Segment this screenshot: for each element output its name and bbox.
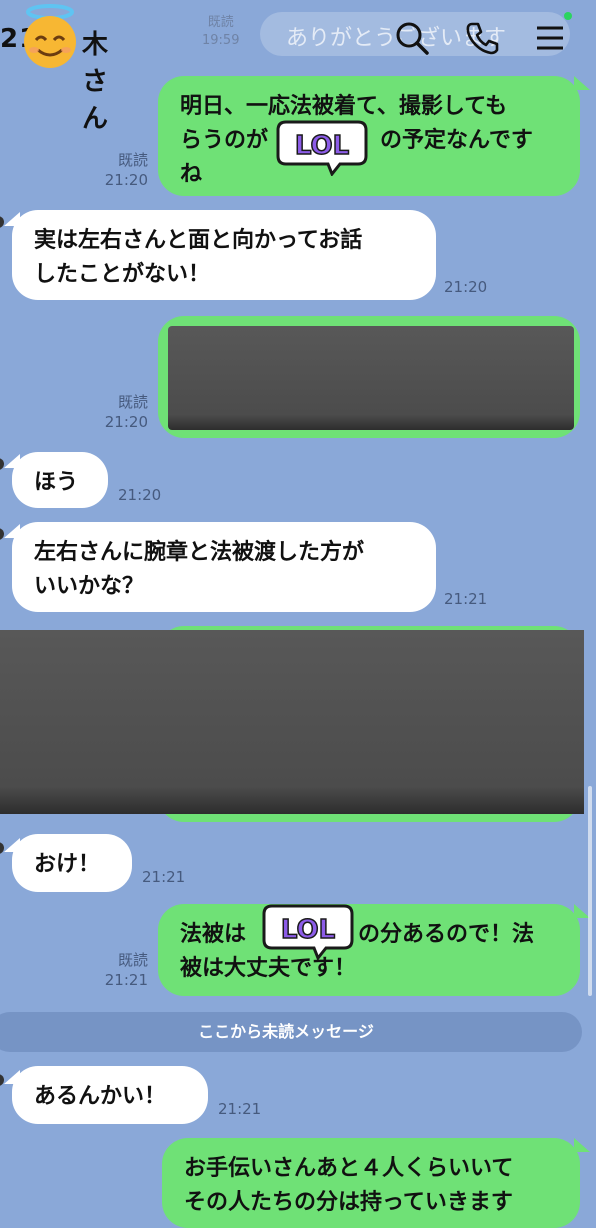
message-time: 21:21 bbox=[444, 590, 488, 608]
message-text: いいかな？ bbox=[34, 574, 145, 599]
chat-title-name: 木さん bbox=[82, 30, 110, 134]
message-text: らうのが bbox=[180, 128, 269, 153]
message-time: 21:21 bbox=[142, 868, 186, 886]
preview-read-status: 既読 bbox=[207, 15, 234, 30]
halo-smile-emoji-icon bbox=[24, 4, 76, 68]
message-time: 21:20 bbox=[118, 486, 162, 504]
sticker-label: LOL bbox=[281, 915, 335, 945]
message-text: あるんかい！ bbox=[34, 1084, 167, 1109]
message-text: おけ！ bbox=[34, 852, 101, 877]
message-text: ほう bbox=[34, 470, 79, 495]
read-status: 既読 bbox=[117, 951, 148, 969]
sticker-label: LOL bbox=[295, 131, 349, 161]
message-text: お手伝いさんあと４人くらいいて bbox=[184, 1156, 514, 1181]
message-text: 法被は bbox=[180, 922, 247, 947]
message-bubble-incoming[interactable]: ほう bbox=[12, 452, 108, 508]
bubble-tail bbox=[574, 1138, 590, 1152]
preview-time: 19:59 bbox=[202, 33, 240, 48]
lol-emoji-icon: LOL bbox=[276, 120, 368, 176]
message-text: の分あるので！法 bbox=[358, 922, 535, 947]
online-status-dot bbox=[564, 12, 572, 20]
message-text: 左右さんに腕章と法被渡した方が bbox=[34, 540, 365, 565]
redacted-image[interactable] bbox=[168, 326, 574, 430]
message-bubble-outgoing[interactable]: 明日、一応法被着て、撮影しても らうのが の予定なんです ね bbox=[158, 76, 580, 196]
menu-icon[interactable] bbox=[530, 18, 570, 58]
message-time: 21:20 bbox=[104, 413, 148, 431]
message-bubble-incoming[interactable]: おけ！ bbox=[12, 834, 132, 892]
message-text: その人たちの分は持っていきます bbox=[184, 1190, 513, 1215]
read-status: 既読 bbox=[117, 151, 148, 169]
read-status: 既読 bbox=[117, 393, 148, 411]
pinned-preview[interactable]: 既読 19:59 ありがとうございます bbox=[196, 10, 576, 58]
message-text: したことがない！ bbox=[34, 262, 211, 287]
search-icon[interactable] bbox=[392, 18, 432, 58]
message-bubble-outgoing[interactable]: 法被は の分あるので！法 被は大丈夫です！ bbox=[158, 904, 580, 996]
message-text: 被は大丈夫です！ bbox=[180, 956, 357, 981]
message-bubble-incoming[interactable]: 左右さんに腕章と法被渡した方が いいかな？ bbox=[12, 522, 436, 612]
bubble-tail bbox=[574, 76, 590, 90]
message-bubble-incoming[interactable]: 実は左右さんと面と向かってお話 したことがない！ bbox=[12, 210, 436, 300]
chat-header: 21 木さん 既読 19:59 ありがとうございます bbox=[0, 0, 596, 134]
message-bubble-outgoing[interactable]: お手伝いさんあと４人くらいいて その人たちの分は持っていきます bbox=[162, 1138, 580, 1228]
message-time: 21:20 bbox=[444, 278, 488, 296]
message-text: 明日、一応法被着て、撮影しても bbox=[180, 94, 508, 119]
message-bubble-incoming[interactable]: あるんかい！ bbox=[12, 1066, 208, 1124]
message-time: 21:20 bbox=[104, 171, 148, 189]
scrollbar[interactable] bbox=[588, 786, 592, 996]
lol-emoji-icon: LOL bbox=[262, 904, 354, 960]
phone-icon[interactable] bbox=[462, 18, 502, 58]
message-text: ね bbox=[180, 162, 203, 187]
message-text: 実は左右さんと面と向かってお話 bbox=[34, 228, 363, 253]
unread-divider: ここから未読メッセージ bbox=[0, 1012, 582, 1052]
message-time: 21:21 bbox=[104, 971, 148, 989]
message-text: の予定なんです bbox=[380, 128, 533, 153]
message-time: 21:21 bbox=[218, 1100, 262, 1118]
redacted-image[interactable] bbox=[0, 630, 584, 814]
